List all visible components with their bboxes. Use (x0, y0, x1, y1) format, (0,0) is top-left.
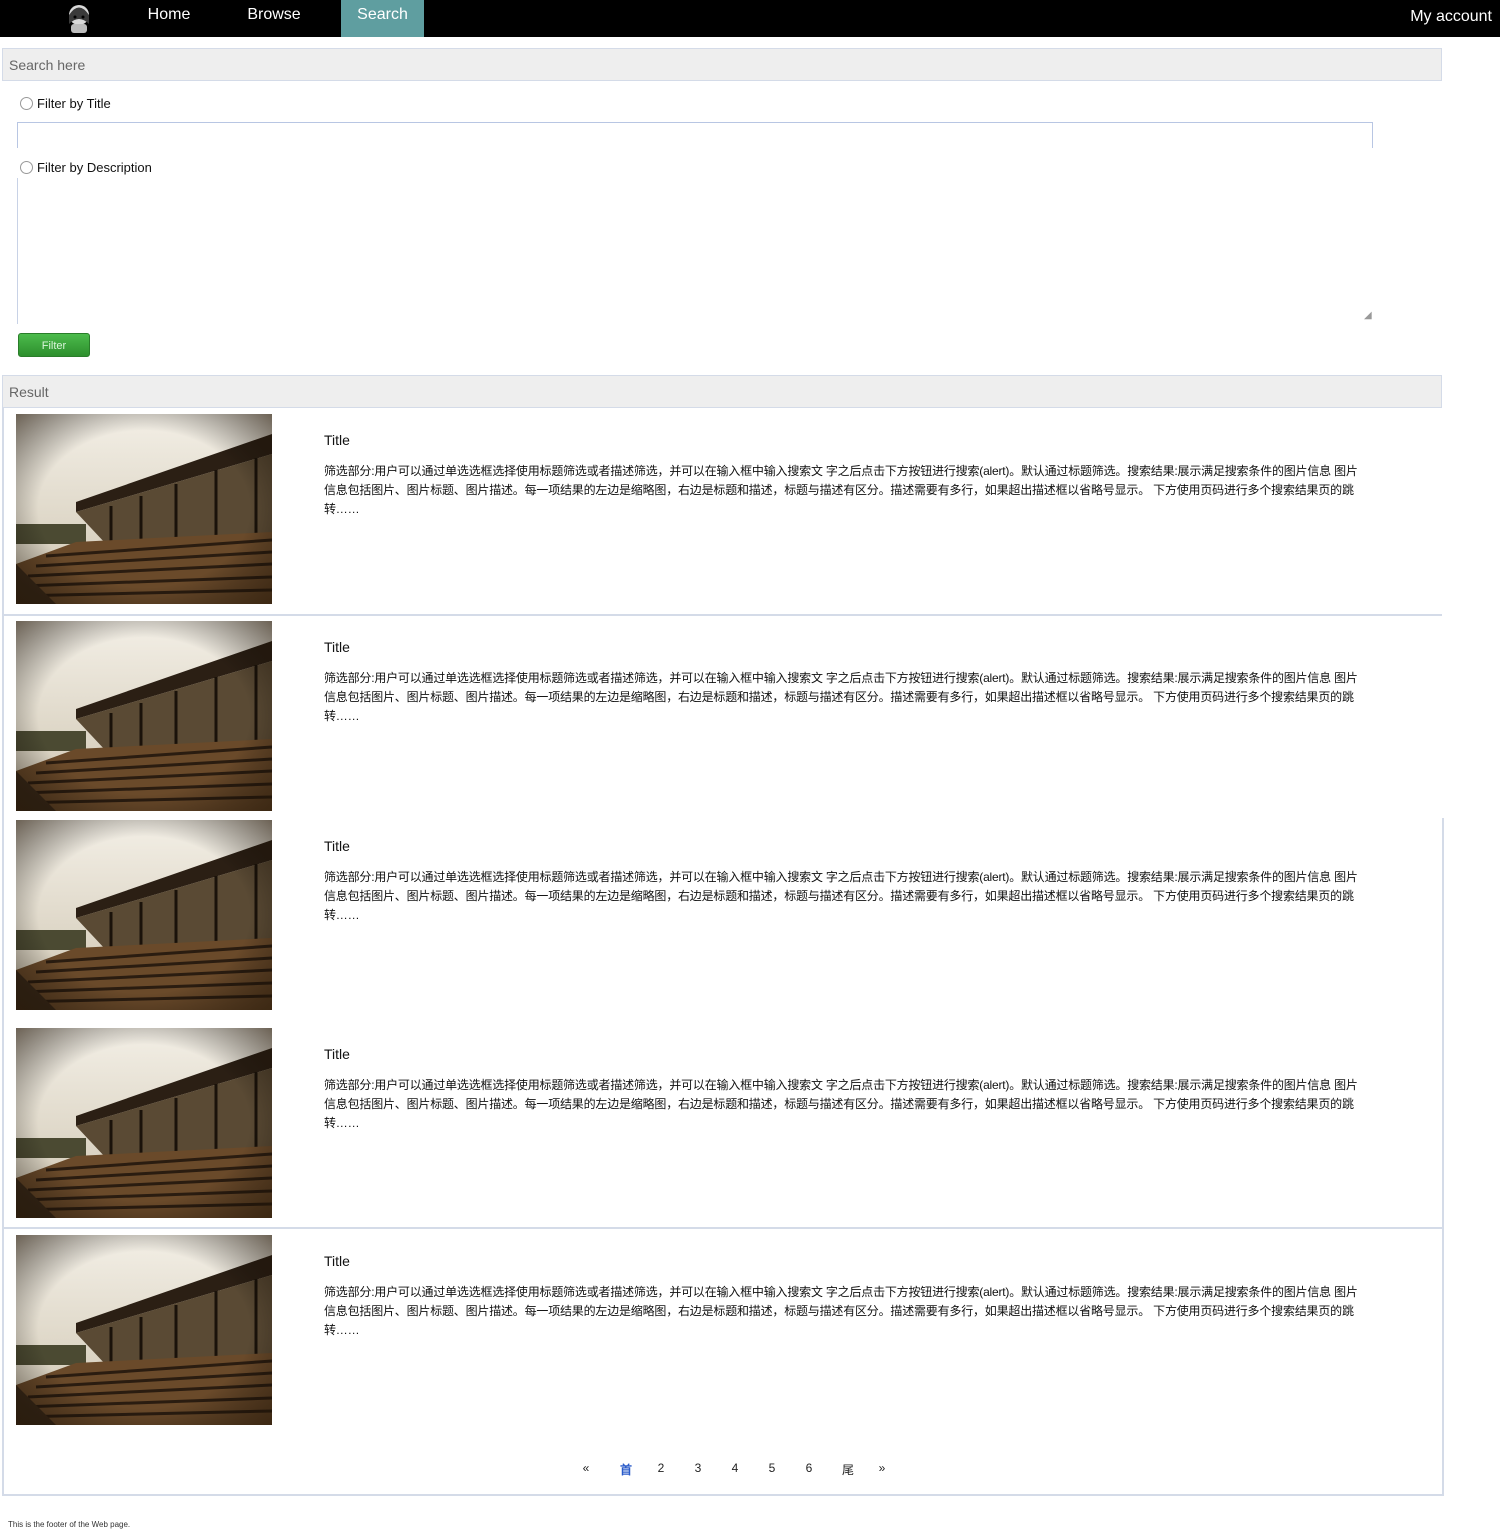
resize-grip-icon[interactable]: ◢ (1364, 310, 1374, 321)
result-frame-bottom (2, 1494, 1442, 1496)
result-title[interactable]: Title (324, 1046, 350, 1062)
nav-search[interactable]: Search (341, 0, 424, 37)
pagination-page[interactable]: 4 (723, 1461, 747, 1475)
result-frame-right (1442, 818, 1444, 1496)
result-thumbnail[interactable] (16, 820, 272, 1010)
filter-title-radio[interactable] (20, 97, 33, 110)
logo-icon[interactable] (60, 2, 98, 34)
my-account-link[interactable]: My account (1392, 2, 1492, 39)
result-panel-header: Result (2, 375, 1442, 408)
result-description: 筛选部分:用户可以通过单选选框选择使用标题筛选或者描述筛选，并可以在输入框中输入… (324, 671, 1358, 723)
description-filter-textarea[interactable] (17, 178, 1377, 324)
page-footer: This is the footer of the Web page. (8, 1520, 131, 1529)
filter-title-option[interactable]: Filter by Title (20, 96, 111, 111)
result-title[interactable]: Title (324, 1253, 350, 1269)
pagination: « 首 2 3 4 5 6 尾 » (570, 1461, 900, 1481)
filter-description-option[interactable]: Filter by Description (20, 160, 152, 175)
result-description: 筛选部分:用户可以通过单选选框选择使用标题筛选或者描述筛选，并可以在输入框中输入… (324, 1078, 1358, 1130)
result-thumbnail[interactable] (16, 621, 272, 811)
result-frame-left (2, 408, 4, 1496)
result-thumbnail[interactable] (16, 1028, 272, 1218)
nav-browse[interactable]: Browse (232, 0, 316, 37)
pagination-next[interactable]: » (870, 1461, 894, 1475)
pagination-page[interactable]: 6 (797, 1461, 821, 1475)
pagination-prev[interactable]: « (574, 1461, 598, 1475)
filter-button[interactable]: Filter (18, 333, 90, 357)
result-description: 筛选部分:用户可以通过单选选框选择使用标题筛选或者描述筛选，并可以在输入框中输入… (324, 870, 1358, 922)
search-panel-header: Search here (2, 48, 1442, 81)
title-filter-input[interactable] (17, 122, 1373, 148)
nav-home[interactable]: Home (130, 0, 208, 37)
pagination-last[interactable]: 尾 (836, 1461, 860, 1478)
pagination-page[interactable]: 3 (686, 1461, 710, 1475)
filter-description-label: Filter by Description (37, 160, 152, 175)
result-divider (2, 1227, 1442, 1229)
pagination-page[interactable]: 5 (760, 1461, 784, 1475)
filter-title-label: Filter by Title (37, 96, 111, 111)
filter-description-radio[interactable] (20, 161, 33, 174)
result-title[interactable]: Title (324, 432, 350, 448)
result-thumbnail[interactable] (16, 1235, 272, 1425)
top-navbar: Home Browse Search My account (0, 0, 1500, 37)
pagination-page[interactable]: 2 (649, 1461, 673, 1475)
result-thumbnail[interactable] (16, 414, 272, 604)
result-divider (2, 614, 1442, 616)
pagination-first[interactable]: 首 (614, 1461, 638, 1478)
result-title[interactable]: Title (324, 838, 350, 854)
result-description: 筛选部分:用户可以通过单选选框选择使用标题筛选或者描述筛选，并可以在输入框中输入… (324, 464, 1358, 516)
result-description: 筛选部分:用户可以通过单选选框选择使用标题筛选或者描述筛选，并可以在输入框中输入… (324, 1285, 1358, 1337)
result-title[interactable]: Title (324, 639, 350, 655)
